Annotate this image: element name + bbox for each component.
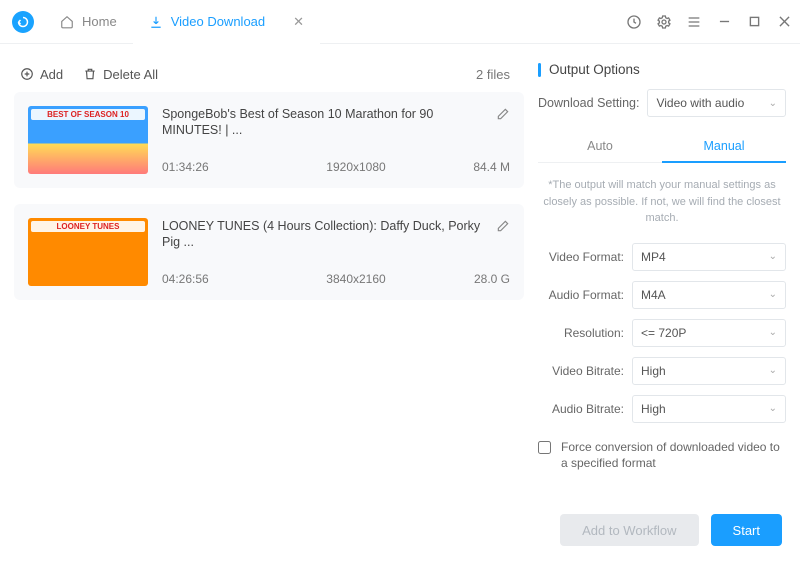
download-setting-select[interactable]: Video with audio ⌄ [647,89,786,117]
force-conversion-label: Force conversion of downloaded video to … [561,439,786,473]
chevron-down-icon: ⌄ [769,98,777,109]
footer: Add to Workflow Start [0,504,800,546]
audio-format-select[interactable]: M4A⌄ [632,281,786,309]
tab-manual[interactable]: Manual [662,131,786,163]
video-thumbnail: LOONEY TUNES [28,218,148,286]
history-icon[interactable] [626,14,642,30]
add-to-workflow-button[interactable]: Add to Workflow [560,514,698,546]
tab-auto[interactable]: Auto [538,131,662,162]
force-conversion-checkbox[interactable] [538,441,551,454]
add-label: Add [40,67,63,82]
video-size: 84.4 M [430,160,510,174]
delete-all-label: Delete All [103,67,158,82]
video-resolution: 1920x1080 [282,160,430,174]
edit-icon[interactable] [496,107,510,121]
audio-format-label: Audio Format: [538,288,624,302]
app-logo [12,11,34,33]
video-bitrate-select[interactable]: High⌄ [632,357,786,385]
close-icon[interactable]: ✕ [293,14,304,30]
maximize-icon[interactable] [746,14,762,30]
chevron-down-icon: ⌄ [769,289,777,300]
download-setting-label: Download Setting: [538,96,639,110]
trash-icon [83,67,97,81]
add-button[interactable]: Add [20,67,63,82]
video-resolution: 3840x2160 [282,272,430,286]
close-window-icon[interactable] [776,14,792,30]
video-item[interactable]: LOONEY TUNES LOONEY TUNES (4 Hours Colle… [14,204,524,300]
manual-note: *The output will match your manual setti… [538,177,786,227]
video-format-label: Video Format: [538,250,624,264]
audio-bitrate-select[interactable]: High⌄ [632,395,786,423]
titlebar: Home Video Download ✕ [0,0,800,44]
download-icon [149,15,163,29]
minimize-icon[interactable] [716,14,732,30]
video-bitrate-label: Video Bitrate: [538,364,624,378]
video-duration: 01:34:26 [162,160,282,174]
tab-video-download[interactable]: Video Download ✕ [133,0,320,44]
video-title: LOONEY TUNES (4 Hours Collection): Daffy… [162,218,490,251]
output-heading: Output Options [549,62,640,77]
video-item[interactable]: BEST OF SEASON 10 SpongeBob's Best of Se… [14,92,524,188]
chevron-down-icon: ⌄ [769,327,777,338]
audio-bitrate-label: Audio Bitrate: [538,402,624,416]
menu-icon[interactable] [686,14,702,30]
chevron-down-icon: ⌄ [769,365,777,376]
plus-icon [20,67,34,81]
video-size: 28.0 G [430,272,510,286]
chevron-down-icon: ⌄ [769,251,777,262]
video-title: SpongeBob's Best of Season 10 Marathon f… [162,106,490,139]
home-icon [60,15,74,29]
window-tools [626,14,792,30]
video-duration: 04:26:56 [162,272,282,286]
tab-home-label: Home [82,14,117,29]
gear-icon[interactable] [656,14,672,30]
video-thumbnail: BEST OF SEASON 10 [28,106,148,174]
files-count: 2 files [476,67,518,82]
output-options-panel: Output Options Download Setting: Video w… [538,56,786,504]
edit-icon[interactable] [496,219,510,233]
resolution-label: Resolution: [538,326,624,340]
video-format-select[interactable]: MP4⌄ [632,243,786,271]
start-button[interactable]: Start [711,514,782,546]
tab-download-label: Video Download [171,14,265,29]
resolution-select[interactable]: <= 720P⌄ [632,319,786,347]
video-list-panel: Add Delete All 2 files BEST OF SEASON 10… [14,56,524,504]
delete-all-button[interactable]: Delete All [83,67,158,82]
chevron-down-icon: ⌄ [769,403,777,414]
accent-bar [538,63,541,77]
tab-home[interactable]: Home [44,0,133,44]
